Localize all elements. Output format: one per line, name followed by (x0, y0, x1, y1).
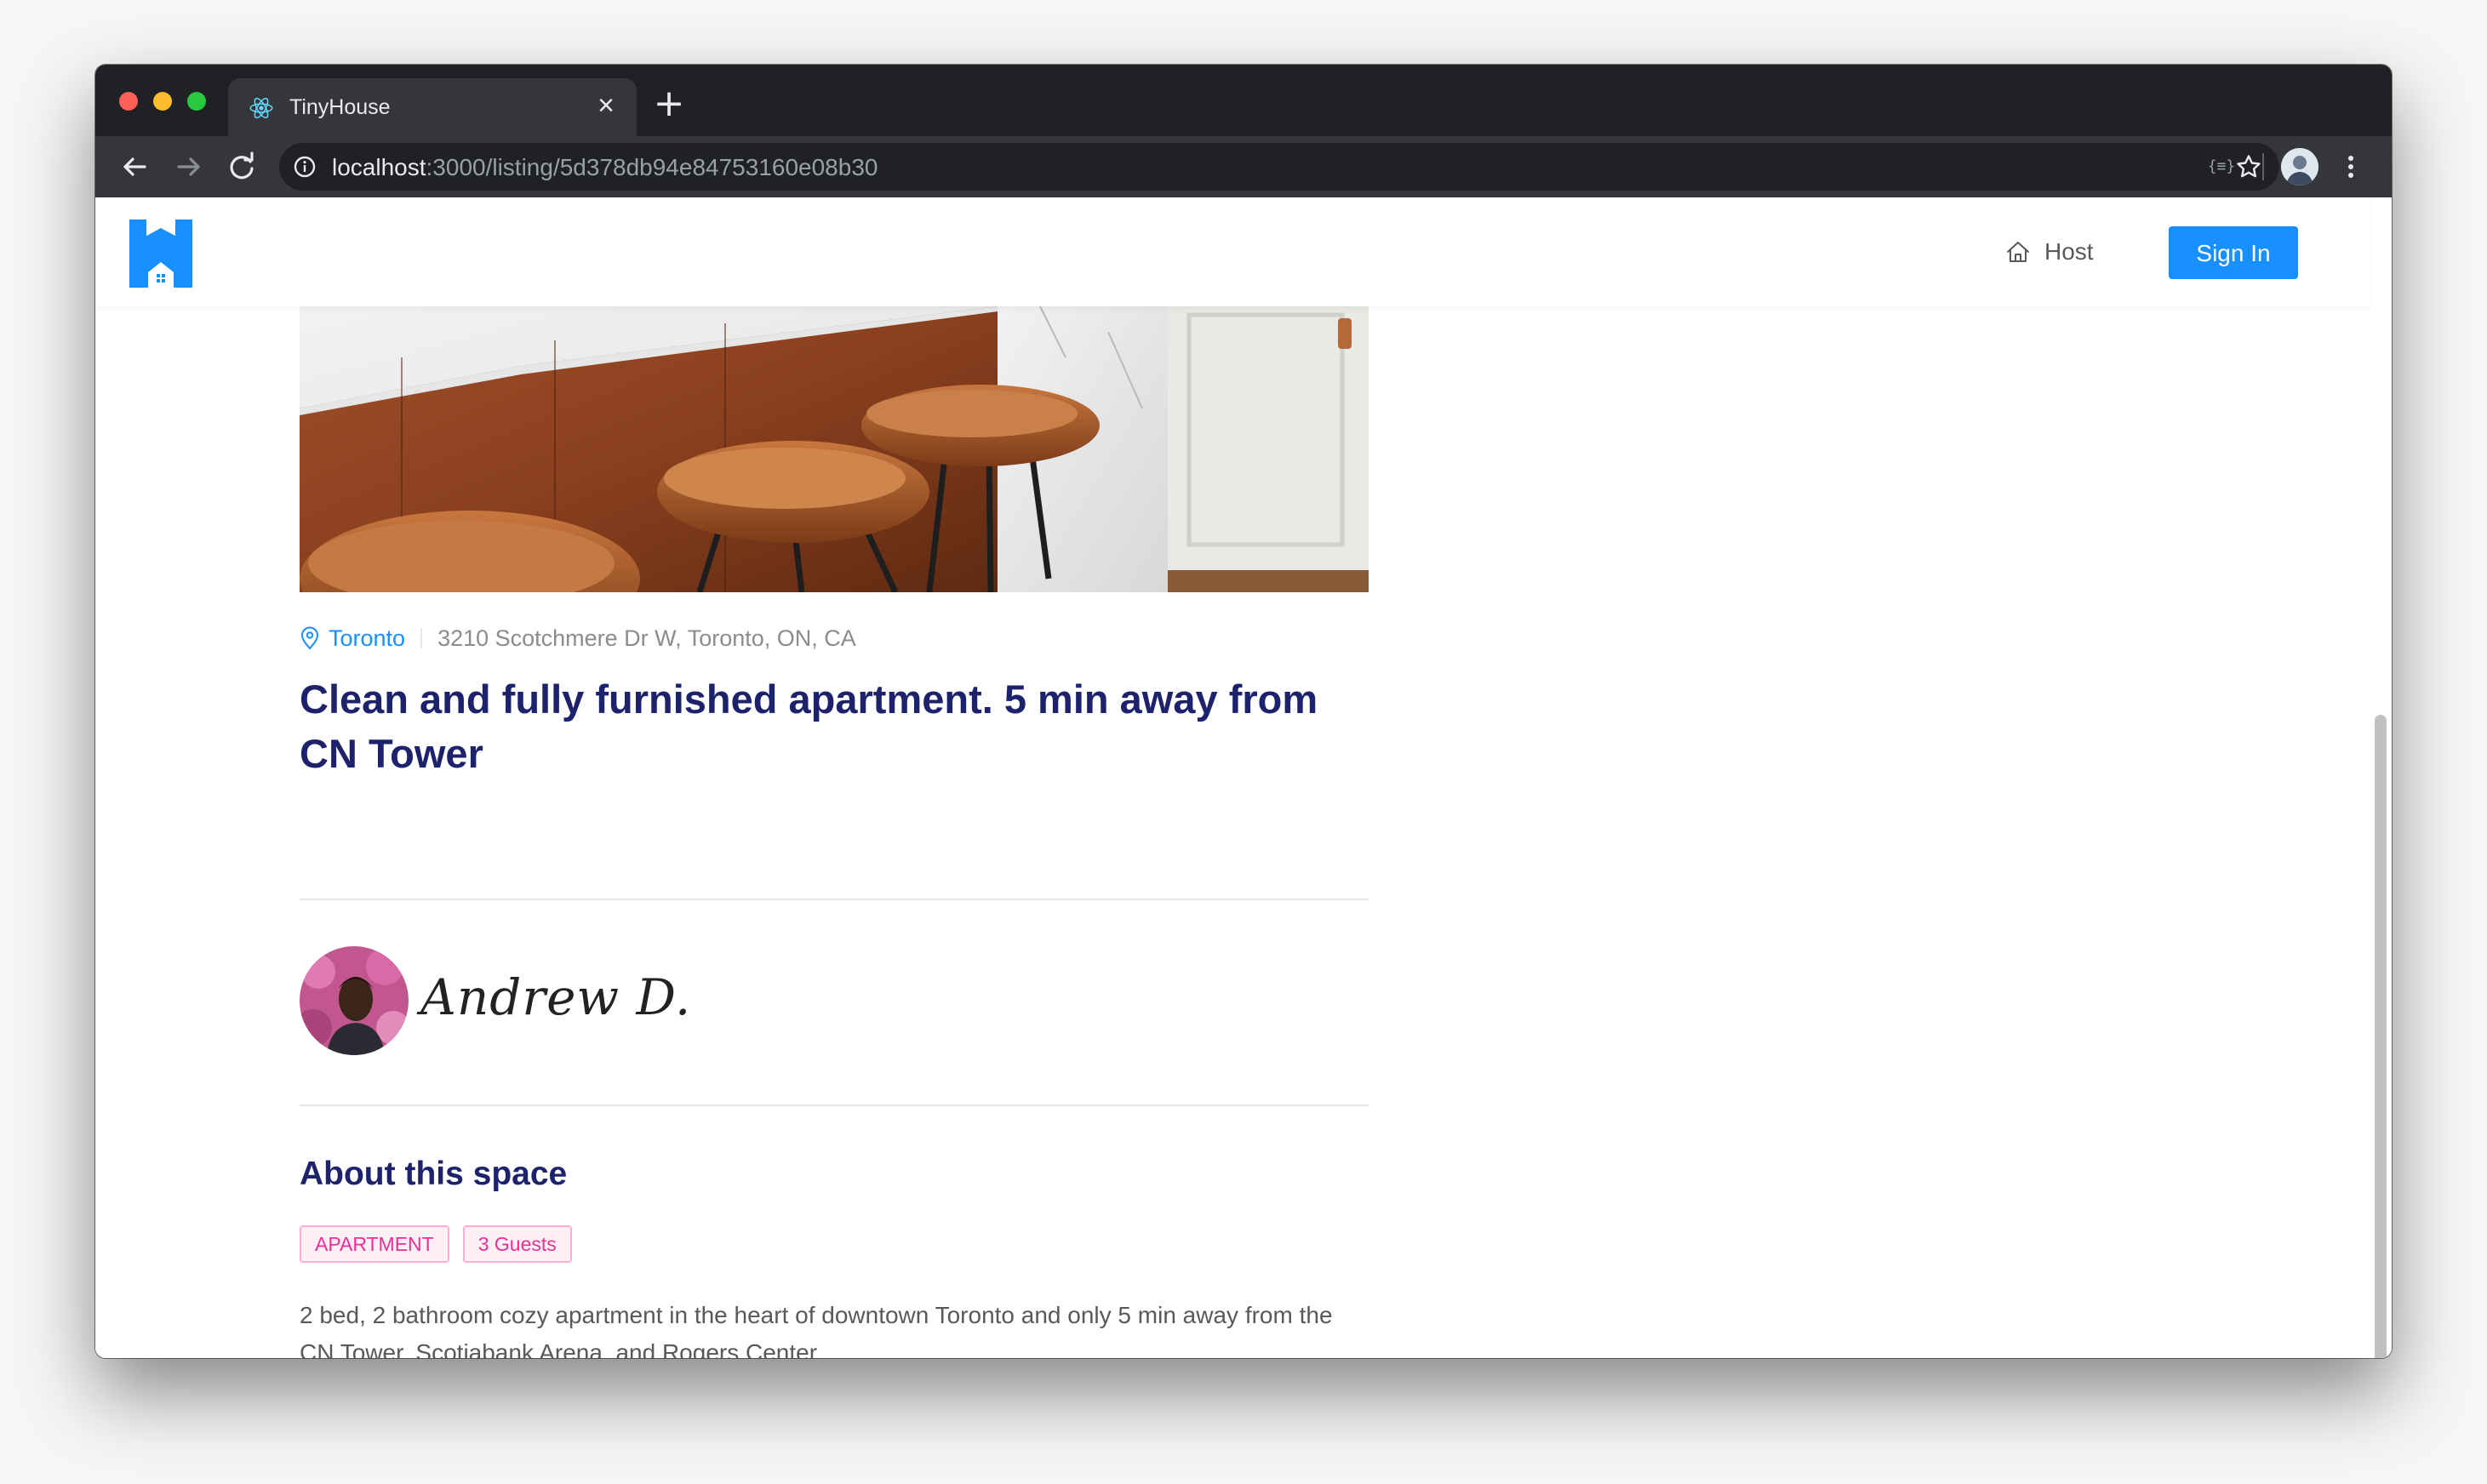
back-arrow-icon[interactable] (117, 150, 152, 184)
bookmark-star-icon[interactable] (2235, 153, 2262, 180)
tab-strip: TinyHouse × + (95, 65, 2392, 136)
scrollbar[interactable] (2370, 197, 2392, 1358)
tab-tinyhouse[interactable]: TinyHouse × (228, 78, 637, 136)
url-path: :3000/listing/5d378db94e84753160e08b30 (426, 154, 878, 180)
profile-avatar[interactable] (2281, 148, 2318, 186)
host-label: Host (2044, 238, 2094, 265)
about-title: About this space (300, 1156, 568, 1192)
tab-title: TinyHouse (289, 95, 391, 119)
home-icon (2007, 242, 2029, 262)
address-text: 3210 Scotchmere Dr W, Toronto, ON, CA (437, 625, 856, 651)
react-icon (249, 97, 273, 119)
city-link[interactable]: Toronto (300, 625, 405, 652)
listing-photo (300, 306, 1369, 592)
info-icon[interactable] (293, 155, 317, 179)
location-row: Toronto 3210 Scotchmere Dr W, Toronto, O… (300, 623, 856, 654)
tag-guests: 3 Guests (462, 1225, 572, 1263)
city-label: Toronto (329, 625, 406, 651)
profile-avatar-image (2281, 148, 2318, 186)
forward-arrow-icon[interactable] (172, 150, 206, 184)
app-header: Host Sign In (95, 197, 2370, 306)
host-name: Andrew D. (420, 968, 692, 1026)
toolbar-divider (2262, 153, 2264, 180)
host-link[interactable]: Host (2005, 228, 2094, 276)
reload-icon[interactable] (225, 150, 259, 184)
maximize-window-button[interactable] (187, 92, 206, 111)
section-divider (300, 1104, 1369, 1106)
extension-icon[interactable]: {≡} (2204, 157, 2238, 177)
sign-in-button[interactable]: Sign In (2169, 226, 2298, 279)
browser-window: TinyHouse × + localhost:3000/listing/5d3… (95, 65, 2392, 1358)
tag-apartment: APARTMENT (300, 1225, 449, 1263)
page-content: Host Sign In Toronto 3210 Scotchmere Dr … (95, 197, 2392, 1358)
new-tab-button[interactable]: + (652, 85, 686, 123)
location-pin-icon (300, 626, 319, 650)
tinyhouse-logo-icon[interactable] (129, 220, 192, 288)
section-divider (300, 899, 1369, 900)
location-divider (420, 628, 423, 648)
more-options-icon[interactable] (2342, 150, 2359, 184)
minimize-window-button[interactable] (153, 92, 172, 111)
address-bar[interactable]: localhost:3000/listing/5d378db94e8475316… (279, 143, 2279, 191)
url-host: localhost (332, 154, 426, 180)
browser-toolbar: localhost:3000/listing/5d378db94e8475316… (95, 136, 2392, 197)
host-avatar-image (300, 946, 409, 1055)
listing-tags: APARTMENT 3 Guests (300, 1225, 572, 1263)
close-tab-icon[interactable]: × (591, 90, 621, 121)
scrollbar-thumb[interactable] (2375, 715, 2387, 1358)
listing-title: Clean and fully furnished apartment. 5 m… (300, 676, 1318, 776)
close-window-button[interactable] (119, 92, 138, 111)
host-avatar[interactable] (300, 946, 409, 1055)
url-text: localhost:3000/listing/5d378db94e8475316… (332, 154, 878, 181)
listing-description: 2 bed, 2 bathroom cozy apartment in the … (300, 1302, 1333, 1358)
listing-image (300, 306, 1369, 592)
